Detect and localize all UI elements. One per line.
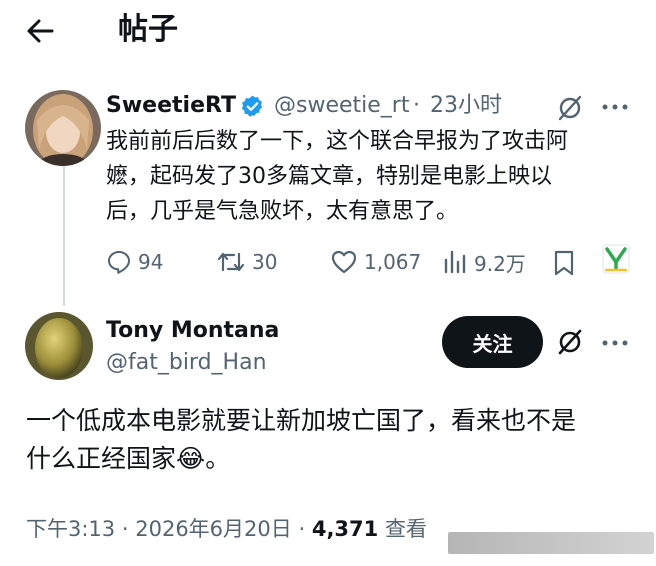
post2-handle[interactable]: @fat_bird_Han (106, 348, 267, 378)
post1-handle[interactable]: @sweetie_rt (274, 91, 409, 121)
reply-icon (108, 251, 130, 274)
views-chart-icon (444, 250, 466, 274)
post2-display-name[interactable]: Tony Montana (106, 316, 279, 346)
arrow-left-icon (27, 19, 54, 43)
retweet-count: 30 (252, 250, 278, 274)
post2-time[interactable]: 下午3:13 (26, 517, 115, 541)
post2-date[interactable]: 2026年6月20日 (135, 517, 292, 541)
heart-icon (331, 250, 357, 274)
avatar-tony[interactable] (25, 312, 93, 380)
verified-badge-icon (240, 94, 265, 119)
watermark-overlay (448, 532, 654, 554)
views-button[interactable]: 9.2万 (442, 247, 526, 277)
bookmark-icon[interactable] (552, 249, 576, 277)
views-count: 9.2万 (474, 251, 526, 276)
post2-text: 一个低成本电影就要让新加坡亡国了，看来也不是 什么正经国家😂。 (26, 406, 577, 473)
follow-button[interactable]: 关注 (442, 316, 543, 368)
post1-separator: · (413, 93, 420, 118)
post2-views-count: 4,371 (311, 517, 379, 541)
grok-icon-2[interactable] (556, 328, 584, 356)
more-options-icon[interactable] (600, 96, 630, 118)
retweet-button[interactable]: 30 (216, 247, 277, 277)
page-title: 帖子 (118, 12, 178, 47)
post1-text: 我前前后后数了一下，这个联合早报为了攻击阿 嬷，起码发了30多篇文章，特别是电影… (106, 129, 569, 224)
meta-separator-2: · (298, 517, 306, 541)
reply-count: 94 (138, 250, 164, 274)
post1-timestamp[interactable]: 23小时 (430, 91, 502, 121)
post2-views-label: 查看 (384, 517, 427, 541)
meta-separator: · (121, 517, 129, 541)
like-button[interactable]: 1,067 (330, 247, 421, 277)
back-button[interactable] (22, 13, 58, 49)
post2-meta: 下午3:13 · 2026年6月20日 · 4,371 查看 (26, 514, 427, 544)
more-options-icon-2[interactable] (600, 332, 630, 354)
grok-icon[interactable] (556, 94, 584, 122)
like-count: 1,067 (364, 250, 422, 274)
post1-display-name[interactable]: SweetieRT (106, 91, 236, 121)
app-badge-icon (602, 244, 630, 274)
thread-connector-line (63, 162, 65, 306)
reply-button[interactable]: 94 (106, 247, 163, 277)
avatar-sweetie[interactable] (25, 90, 101, 166)
retweet-icon (217, 252, 245, 272)
